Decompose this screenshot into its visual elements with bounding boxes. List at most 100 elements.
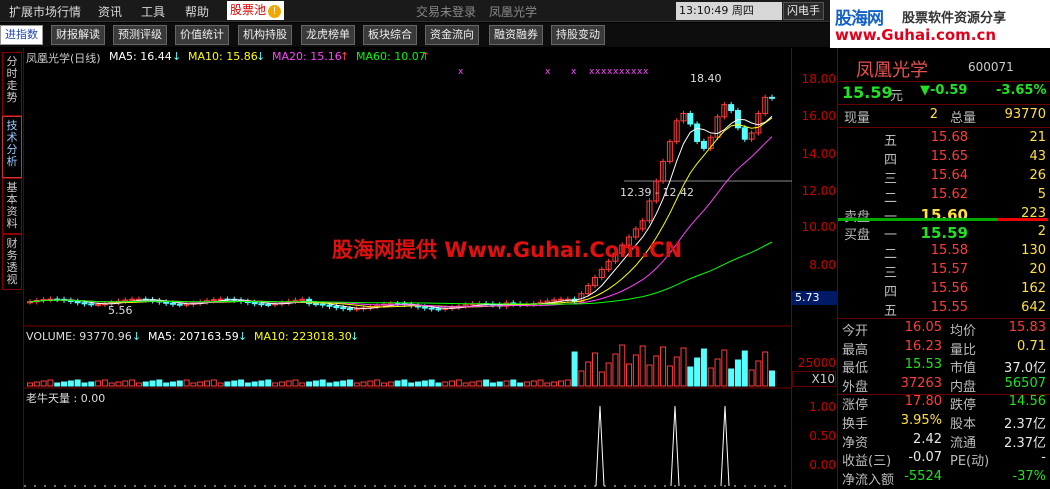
alert-icon: ! bbox=[268, 5, 282, 18]
volume-bar bbox=[428, 379, 435, 387]
tab-index[interactable]: 进指数 bbox=[0, 25, 43, 45]
tab-margin-trading[interactable]: 融资融券 bbox=[489, 25, 543, 45]
volume-bar bbox=[646, 364, 653, 387]
volume-bar bbox=[707, 367, 714, 387]
candle-body bbox=[687, 112, 694, 125]
volume-bar bbox=[455, 379, 462, 387]
menu-extended-market[interactable]: 扩展市场行情 bbox=[9, 3, 81, 20]
volume-bar bbox=[265, 379, 272, 387]
tab-sector[interactable]: 板块综合 bbox=[363, 25, 417, 45]
buy-level-volume: 162 bbox=[1021, 281, 1046, 296]
volume-bar bbox=[74, 379, 81, 387]
flash-trade-button[interactable]: 闪电手 bbox=[783, 2, 824, 20]
volume-bar bbox=[333, 381, 340, 387]
volume-bar bbox=[598, 371, 605, 387]
candle-body bbox=[700, 140, 707, 149]
stats-row: 净资 2.42 流通 2.37亿 bbox=[838, 432, 1050, 451]
volume-bar bbox=[605, 362, 612, 387]
volume-bar bbox=[421, 380, 428, 387]
stats-row: 外盘 37263 内盘 56507 bbox=[838, 376, 1050, 395]
tab-capital-flow[interactable]: 资金流向 bbox=[425, 25, 479, 45]
clock: 13:10:49 周四 bbox=[676, 2, 782, 20]
tab-technical-analysis[interactable]: 技术分析 bbox=[2, 116, 22, 178]
volume-bar bbox=[612, 353, 619, 387]
volume-bar bbox=[244, 382, 251, 387]
sell-level-row: 三 15.64 26 bbox=[838, 168, 1050, 187]
volume-bar bbox=[210, 379, 217, 387]
vol-ma5-arrow-icon: ↓ bbox=[238, 330, 248, 343]
buy-level-volume: 130 bbox=[1021, 243, 1046, 258]
volume-bar bbox=[122, 380, 129, 387]
volume-bar bbox=[483, 379, 490, 387]
sell-level-label: 一 bbox=[884, 206, 897, 225]
buy-level-row: 买盘 一 15.59 2 bbox=[838, 224, 1050, 243]
volume-bar bbox=[639, 345, 646, 387]
volume-bar bbox=[278, 381, 285, 387]
candle-body bbox=[769, 96, 775, 99]
volume-bar bbox=[319, 379, 326, 387]
volume-bar bbox=[530, 380, 537, 387]
volume-bar bbox=[503, 380, 510, 387]
volume-bar bbox=[156, 379, 163, 387]
sell-title: 卖盘 bbox=[844, 206, 870, 225]
buy-level-row: 四 15.56 162 bbox=[838, 281, 1050, 300]
tab-value-stats[interactable]: 价值统计 bbox=[175, 25, 229, 45]
candle-body bbox=[326, 304, 333, 307]
volume-bar bbox=[306, 381, 313, 387]
stock-pool-label: 股票池 bbox=[230, 3, 267, 17]
tab-financial-view[interactable]: 财务透视 bbox=[2, 234, 22, 290]
volume-bar bbox=[272, 382, 279, 387]
volume-bar bbox=[523, 381, 530, 387]
menu-tools[interactable]: 工具 bbox=[141, 3, 165, 20]
volume-bar bbox=[714, 358, 721, 387]
menu-news[interactable]: 资讯 bbox=[98, 3, 122, 20]
vol-ma5-legend: MA5: 207163.59 bbox=[148, 330, 239, 343]
sell-level-volume: 26 bbox=[1029, 168, 1046, 183]
volume-bar bbox=[700, 348, 707, 387]
candle-body bbox=[169, 302, 176, 305]
tab-intraday[interactable]: 分时走势 bbox=[2, 52, 22, 116]
tab-dragon-tiger[interactable]: 龙虎榜单 bbox=[301, 25, 355, 45]
buy-level-row: 五 15.55 642 bbox=[838, 300, 1050, 319]
volume-bar bbox=[285, 380, 292, 387]
volume-bar bbox=[163, 382, 170, 387]
tab-basic-info[interactable]: 基本资料 bbox=[2, 178, 22, 234]
scale-tick: 10.00 bbox=[801, 220, 836, 234]
volume-bar bbox=[462, 382, 469, 387]
volume-bar bbox=[101, 379, 108, 387]
stat-label: 涨停 bbox=[842, 398, 869, 414]
volume-bar bbox=[748, 369, 755, 387]
volume-arrow-icon: ↓ bbox=[132, 330, 142, 343]
now-volume-value: 2 bbox=[929, 107, 938, 122]
tab-financial-report[interactable]: 财报解读 bbox=[51, 25, 105, 45]
stat-value: -37% bbox=[1012, 468, 1046, 484]
stats-row: 收益(三) -0.07 PE(动) - bbox=[838, 450, 1050, 470]
buy-level-price: 15.56 bbox=[930, 281, 968, 296]
menu-help[interactable]: 帮助 bbox=[185, 3, 209, 20]
volume-bar bbox=[653, 355, 660, 387]
volume-bar bbox=[571, 351, 578, 387]
sell-level-volume: 21 bbox=[1029, 130, 1046, 145]
stat-label: 收益(三) bbox=[842, 454, 892, 470]
candle-body bbox=[74, 300, 81, 304]
candle-body bbox=[299, 298, 306, 301]
tab-holding-change[interactable]: 持股变动 bbox=[551, 25, 605, 45]
candle-body bbox=[95, 303, 102, 306]
stat-label: 净流入额 bbox=[842, 472, 895, 488]
tab-institution-holdings[interactable]: 机构持股 bbox=[238, 25, 292, 45]
volume-bar bbox=[401, 379, 408, 387]
volume-bar bbox=[557, 380, 564, 387]
candle-body bbox=[88, 303, 95, 306]
volume-bar bbox=[367, 380, 374, 387]
volume-legend: VOLUME: 93770.96 bbox=[26, 330, 132, 343]
sell-level-label: 三 bbox=[884, 172, 898, 187]
indicator-spike bbox=[670, 405, 680, 487]
tab-rating[interactable]: 预测评级 bbox=[113, 25, 167, 45]
last-price: 15.59 bbox=[842, 83, 893, 102]
volume-bar bbox=[728, 368, 735, 387]
sell-level-label: 五 bbox=[884, 134, 898, 149]
menu-stock-pool[interactable]: 股票池! bbox=[227, 1, 285, 20]
function-toolbar: 进指数 财报解读 预测评级 价值统计 机构持股 龙虎榜单 板块综合 资金流向 融… bbox=[0, 23, 830, 47]
volume-bar bbox=[176, 380, 183, 387]
kline-chart-panel[interactable]: 凤凰光学(日线) MA5: 16.44 ↓ MA10: 15.86 ↓ MA20… bbox=[24, 48, 792, 489]
